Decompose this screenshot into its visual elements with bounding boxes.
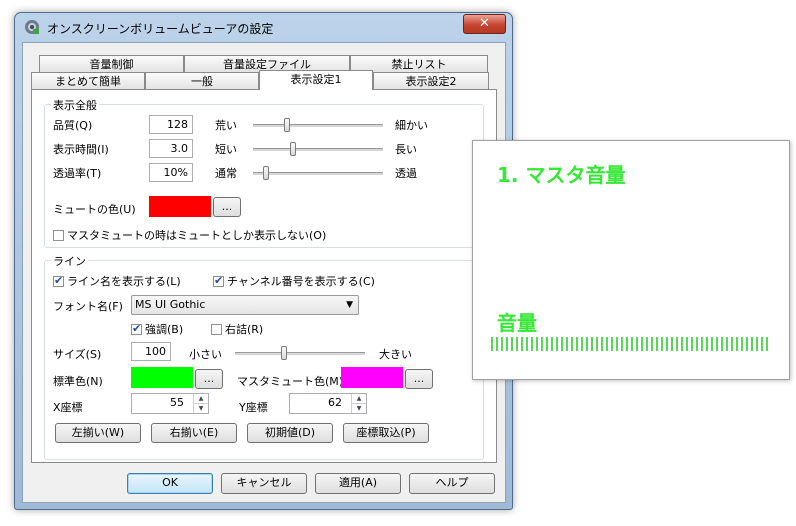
preview-title: 1. マスタ音量 — [497, 163, 626, 187]
tab-label: 表示設定1 — [290, 73, 342, 86]
master-mute-color-button[interactable]: ... — [405, 369, 433, 389]
spin-up-icon[interactable]: ▲ — [352, 394, 366, 404]
help-button[interactable]: ヘルプ — [409, 473, 495, 494]
spin-down-icon[interactable]: ▼ — [352, 404, 366, 413]
display-time-high-label: 長い — [395, 143, 417, 156]
y-coord-label: Y座標 — [239, 401, 268, 414]
size-high-label: 大きい — [379, 348, 412, 361]
standard-color-swatch — [131, 367, 193, 388]
bold-checkbox[interactable]: 強調(B) — [131, 321, 183, 337]
quality-slider-thumb[interactable] — [283, 118, 290, 132]
tab-label: まとめて簡単 — [55, 75, 121, 88]
mute-color-button[interactable]: ... — [213, 197, 241, 217]
title-bar[interactable]: オンスクリーンボリュームビューアの設定 ✕ — [15, 13, 512, 41]
transparency-slider[interactable] — [253, 166, 383, 180]
preview-volume-bar — [491, 337, 771, 351]
bold-label: 強調(B) — [145, 323, 184, 336]
tab-panel: 表示全般 品質(Q) 128 荒い 細かい 表示時間(I) 3.0 短い 長い … — [31, 89, 497, 463]
size-field[interactable]: 100 — [131, 342, 171, 361]
volume-preview-panel: 1. マスタ音量 音量 — [472, 140, 790, 380]
checkbox-box[interactable] — [211, 324, 222, 335]
master-mute-color-label: マスタミュート色(M) — [237, 375, 344, 388]
cancel-button[interactable]: キャンセル — [221, 473, 307, 494]
spin-up-icon[interactable]: ▲ — [194, 394, 208, 404]
show-channel-number-label: チャンネル番号を表示する(C) — [227, 275, 375, 288]
close-button[interactable]: ✕ — [463, 14, 506, 34]
speaker-app-icon — [25, 20, 39, 34]
dialog-client-area: 音量制御 音量設定ファイル 禁止リスト まとめて簡単 一般 表示設定1 表示設定… — [22, 42, 506, 503]
tab-label: 表示設定2 — [405, 75, 457, 88]
right-justify-checkbox[interactable]: 右詰(R) — [211, 321, 263, 337]
tab-display-settings-2[interactable]: 表示設定2 — [373, 72, 489, 89]
x-coord-spin-buttons[interactable]: ▲ ▼ — [193, 394, 208, 413]
transparency-slider-thumb[interactable] — [263, 166, 269, 180]
quality-low-label: 荒い — [215, 119, 237, 132]
standard-color-label: 標準色(N) — [53, 375, 103, 388]
x-coord-value: 55 — [170, 396, 184, 409]
tab-label: 禁止リスト — [391, 58, 447, 71]
tab-label: 音量制御 — [89, 58, 134, 71]
font-name-select[interactable]: MS UI Gothic ▼ — [131, 295, 359, 315]
dropdown-arrow-icon: ▼ — [346, 300, 353, 310]
quality-slider[interactable] — [253, 118, 383, 132]
apply-button[interactable]: 適用(A) — [315, 473, 401, 494]
size-slider[interactable] — [235, 346, 365, 360]
quality-high-label: 細かい — [395, 119, 428, 132]
x-coord-label: X座標 — [53, 401, 83, 414]
transparency-label: 透過率(T) — [53, 167, 102, 180]
spin-down-icon[interactable]: ▼ — [194, 404, 208, 413]
y-coord-value: 62 — [328, 396, 342, 409]
y-coord-spin-buttons[interactable]: ▲ ▼ — [351, 394, 366, 413]
display-time-label: 表示時間(I) — [53, 143, 109, 156]
transparency-high-label: 透過 — [395, 167, 417, 180]
size-low-label: 小さい — [189, 348, 222, 361]
show-line-name-label: ライン名を表示する(L) — [67, 275, 181, 288]
line-group: ライン ライン名を表示する(L) チャンネル番号を表示する(C) フォント名(F… — [44, 253, 484, 460]
standard-color-button[interactable]: ... — [195, 369, 223, 389]
checkbox-box[interactable] — [53, 230, 64, 241]
x-coord-spinner[interactable]: 55 ▲ ▼ — [131, 393, 209, 414]
general-group: 表示全般 品質(Q) 128 荒い 細かい 表示時間(I) 3.0 短い 長い … — [44, 97, 484, 248]
display-time-slider-thumb[interactable] — [290, 142, 297, 156]
import-coordinates-button[interactable]: 座標取込(P) — [343, 423, 429, 443]
quality-field[interactable]: 128 — [149, 115, 193, 134]
transparency-low-label: 通常 — [215, 167, 237, 180]
preview-volume-label: 音量 — [497, 311, 537, 335]
display-time-field[interactable]: 3.0 — [149, 139, 193, 158]
quality-label: 品質(Q) — [53, 119, 93, 132]
y-coord-spinner[interactable]: 62 ▲ ▼ — [289, 393, 367, 414]
display-time-slider[interactable] — [253, 142, 383, 156]
display-time-low-label: 短い — [215, 143, 237, 156]
align-right-button[interactable]: 右揃い(E) — [151, 423, 237, 443]
tab-display-settings-1[interactable]: 表示設定1 — [259, 70, 373, 90]
show-line-name-checkbox[interactable]: ライン名を表示する(L) — [53, 273, 181, 289]
checkbox-box[interactable] — [53, 274, 64, 287]
line-group-label: ライン — [51, 253, 88, 269]
show-channel-number-checkbox[interactable]: チャンネル番号を表示する(C) — [213, 273, 375, 289]
master-mute-color-swatch — [341, 367, 403, 388]
reset-defaults-button[interactable]: 初期値(D) — [247, 423, 333, 443]
right-justify-label: 右詰(R) — [225, 323, 264, 336]
close-icon: ✕ — [479, 16, 490, 31]
mute-color-swatch — [149, 196, 211, 217]
font-name-label: フォント名(F) — [53, 300, 123, 313]
font-name-value: MS UI Gothic — [135, 298, 206, 311]
settings-dialog: オンスクリーンボリュームビューアの設定 ✕ 音量制御 音量設定ファイル 禁止リス… — [14, 12, 513, 510]
ok-button[interactable]: OK — [127, 473, 213, 494]
transparency-field[interactable]: 10% — [149, 163, 193, 182]
tab-general[interactable]: 一般 — [145, 72, 259, 89]
tab-easy-setup[interactable]: まとめて簡単 — [31, 72, 145, 89]
size-slider-thumb[interactable] — [281, 346, 288, 360]
window-title: オンスクリーンボリュームビューアの設定 — [47, 22, 274, 36]
master-mute-checkbox[interactable]: マスタミュートの時はミュートとしか表示しない(O) — [53, 227, 326, 243]
tab-label: 一般 — [191, 75, 213, 88]
mute-color-label: ミュートの色(U) — [53, 203, 136, 216]
align-left-button[interactable]: 左揃い(W) — [55, 423, 141, 443]
general-group-label: 表示全般 — [51, 97, 99, 113]
master-mute-checkbox-label: マスタミュートの時はミュートとしか表示しない(O) — [67, 229, 327, 242]
checkbox-box[interactable] — [131, 322, 142, 335]
tab-volume-control[interactable]: 音量制御 — [39, 55, 184, 72]
checkbox-box[interactable] — [213, 274, 224, 287]
size-label: サイズ(S) — [53, 348, 102, 361]
